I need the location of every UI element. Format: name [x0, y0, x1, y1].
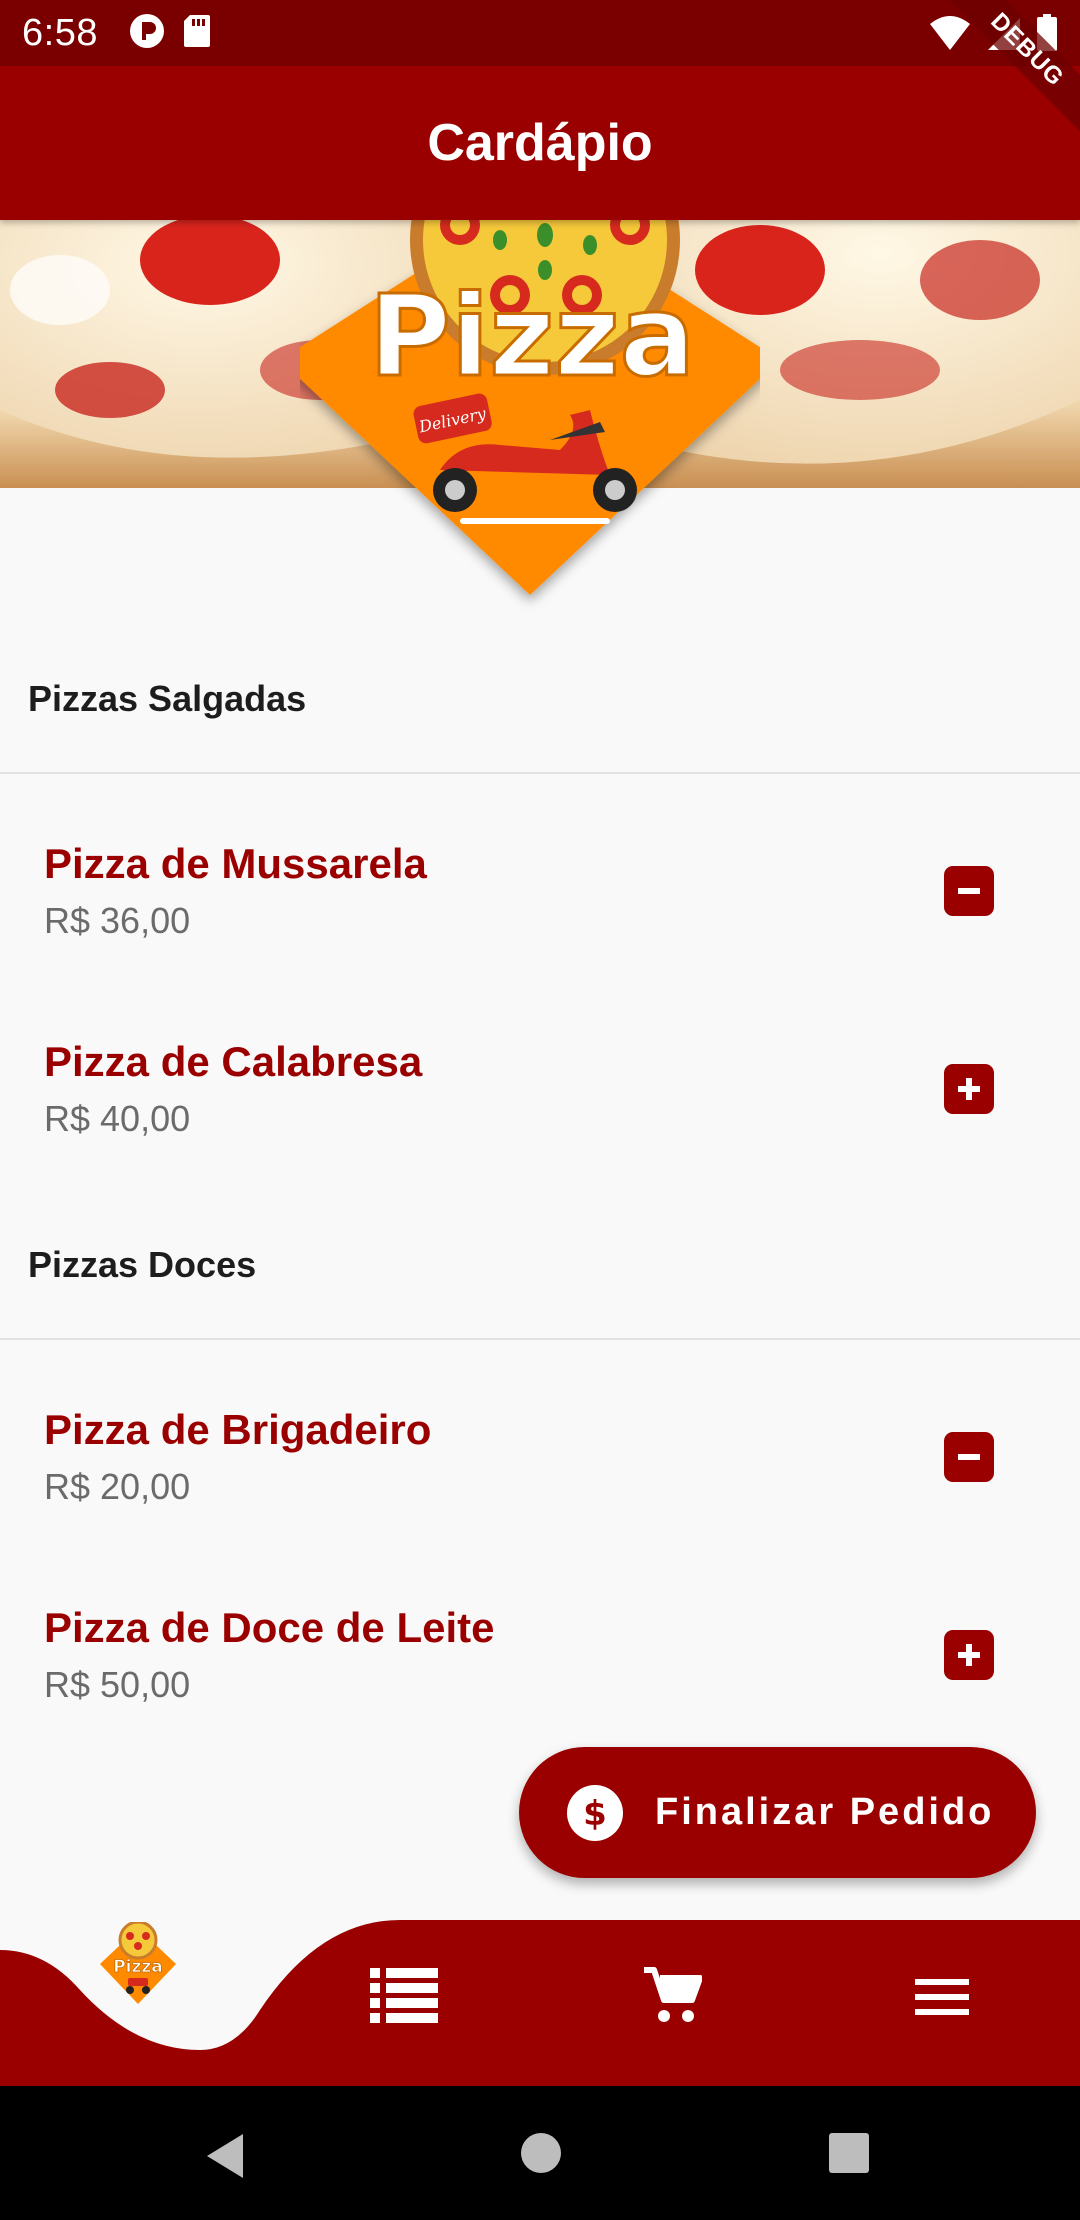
recents-button[interactable]	[828, 2132, 870, 2179]
item-name: Pizza de Doce de Leite	[44, 1604, 495, 1651]
nav-item-menu[interactable]	[902, 1964, 982, 2030]
item-price: R$ 40,00	[44, 1098, 191, 1139]
back-button[interactable]	[203, 2132, 247, 2185]
dollar-icon: $	[567, 1784, 623, 1841]
list-item: Pizza de Calabresa R$ 40,00	[0, 1020, 1080, 1170]
remove-item-button[interactable]	[944, 866, 994, 916]
divider	[0, 1338, 1080, 1340]
item-name: Pizza de Brigadeiro	[44, 1406, 432, 1453]
home-button[interactable]	[520, 2132, 562, 2179]
item-price: R$ 20,00	[44, 1466, 191, 1507]
svg-text:$: $	[583, 1794, 607, 1833]
finalizar-pedido-button[interactable]: $ Finalizar Pedido	[519, 1747, 1036, 1878]
pizza-delivery-logo: Pizza Delivery	[280, 105, 780, 620]
minus-icon	[958, 888, 980, 894]
minus-icon	[958, 1454, 980, 1460]
section-header-doces: Pizzas Doces	[28, 1244, 257, 1285]
list-item: Pizza de Doce de Leite R$ 50,00	[0, 1586, 1080, 1736]
nav-logo-text: Pizza	[113, 1957, 163, 1977]
menu-icon	[915, 1979, 969, 2015]
status-bar: 6:58	[0, 0, 1080, 66]
list-icon	[370, 1968, 438, 2023]
pizza-logo-icon: Pizza	[100, 1922, 176, 2004]
cart-icon	[644, 1967, 702, 2022]
fab-label: Finalizar Pedido	[655, 1791, 995, 1833]
recents-square-icon	[829, 2133, 869, 2173]
section-header-salgadas: Pizzas Salgadas	[28, 678, 307, 719]
item-name: Pizza de Calabresa	[44, 1038, 423, 1085]
nav-item-list[interactable]	[364, 1960, 444, 2032]
page-title: Cardápio	[427, 114, 653, 172]
list-item: Pizza de Mussarela R$ 36,00	[0, 822, 1080, 972]
remove-item-button[interactable]	[944, 1432, 994, 1482]
logo-text: Pizza	[369, 272, 695, 402]
plus-icon	[958, 1644, 980, 1666]
bottom-navigation: Pizza	[0, 1920, 1080, 2086]
add-item-button[interactable]	[944, 1630, 994, 1680]
system-navigation-bar	[0, 2086, 1080, 2220]
app-bar: Cardápio	[0, 66, 1080, 220]
add-item-button[interactable]	[944, 1064, 994, 1114]
item-price: R$ 36,00	[44, 900, 191, 941]
sd-card-icon	[182, 13, 212, 54]
divider	[0, 772, 1080, 774]
home-circle-icon	[521, 2133, 561, 2173]
list-item: Pizza de Brigadeiro R$ 20,00	[0, 1388, 1080, 1538]
item-name: Pizza de Mussarela	[44, 840, 427, 887]
nav-item-cart[interactable]	[632, 1958, 712, 2034]
back-triangle-icon	[207, 2134, 243, 2178]
app-notification-icon	[128, 12, 166, 55]
wifi-icon	[928, 14, 972, 57]
status-time: 6:58	[22, 11, 98, 54]
item-price: R$ 50,00	[44, 1664, 191, 1705]
nav-item-home[interactable]: Pizza	[94, 1920, 182, 2008]
plus-icon	[958, 1078, 980, 1100]
